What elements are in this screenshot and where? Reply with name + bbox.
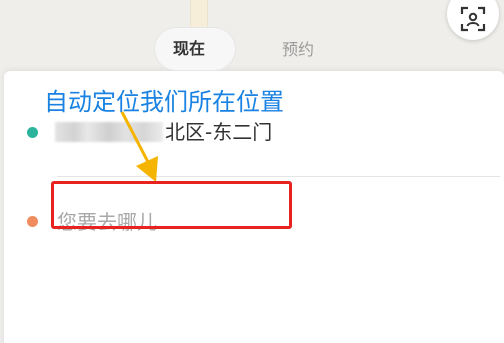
annotation-arrow-icon	[120, 111, 158, 182]
annotation-caption: 自动定位我们所在位置	[44, 88, 284, 116]
locate-crosshair-icon	[460, 6, 486, 32]
tab-reserve[interactable]: 预约	[282, 40, 314, 60]
destination-dot-icon	[27, 216, 38, 227]
annotation-highlight-box	[51, 181, 292, 229]
origin-dot-icon	[27, 127, 38, 138]
tab-now[interactable]: 现在	[173, 39, 205, 59]
origin-address-label: 北区-东二门	[165, 120, 273, 144]
